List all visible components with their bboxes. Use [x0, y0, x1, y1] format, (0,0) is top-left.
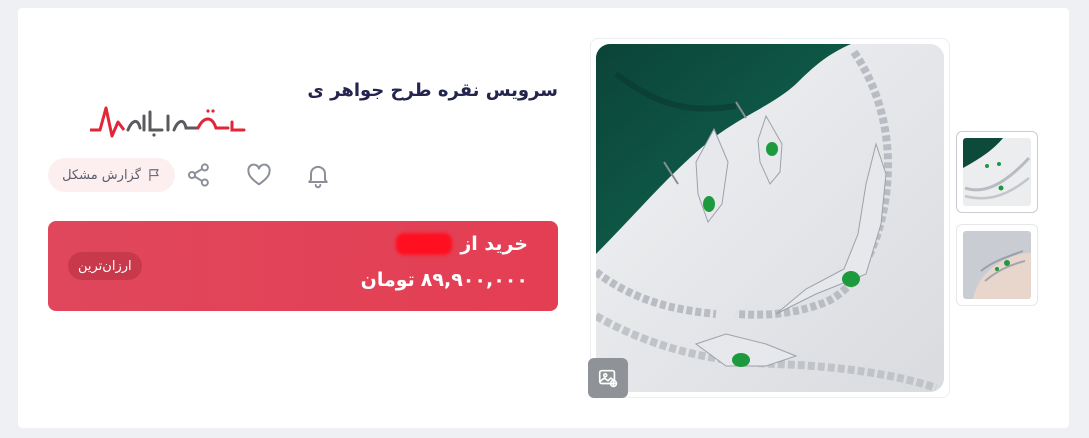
gallery-button[interactable] — [588, 358, 628, 398]
notify-button[interactable] — [301, 158, 335, 192]
price: ۸۹,۹۰۰,۰۰۰ تومان — [361, 269, 528, 291]
favorite-button[interactable] — [242, 158, 276, 192]
buy-offer-button[interactable]: خرید از ۸۹,۹۰۰,۰۰۰ تومان ارزان‌ترین — [48, 221, 558, 311]
price-currency: تومان — [360, 269, 415, 291]
image-gallery-icon — [598, 369, 618, 388]
report-problem-button[interactable]: گزارش مشکل — [48, 158, 175, 192]
flag-icon — [149, 169, 159, 181]
buy-from-label: خرید از — [460, 233, 528, 255]
heart-icon — [247, 163, 271, 186]
thumbnail-image — [963, 231, 1031, 299]
report-problem-label: گزارش مشکل — [62, 167, 141, 183]
main-image-frame[interactable] — [590, 38, 950, 398]
thumbnail-1[interactable] — [956, 131, 1038, 213]
redacted-seller-name — [396, 233, 453, 255]
cheapest-badge: ارزان‌ترین — [68, 252, 142, 280]
bell-icon — [308, 165, 328, 189]
shop-logo[interactable] — [88, 102, 248, 142]
share-button[interactable] — [182, 158, 216, 192]
thumbnail-2[interactable] — [956, 224, 1038, 306]
price-value: ۸۹,۹۰۰,۰۰۰ — [420, 269, 528, 291]
thumbnail-image — [963, 138, 1031, 206]
buy-from-line: خرید از — [396, 233, 528, 255]
main-product-image — [596, 44, 944, 392]
share-icon — [187, 163, 209, 187]
product-title: سرویس نقره طرح جواهر ی — [307, 80, 558, 101]
